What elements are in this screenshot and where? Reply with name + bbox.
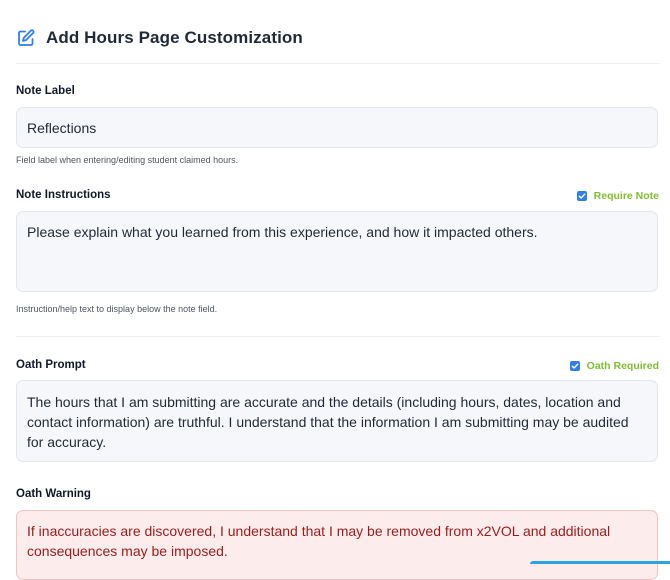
oath-warning-textarea[interactable]: If inaccuracies are discovered, I unders… (16, 510, 658, 580)
oath-required-checkbox[interactable]: Oath Required (569, 360, 659, 372)
require-note-label: Require Note (593, 190, 659, 202)
checkbox-checked-icon[interactable] (569, 361, 580, 371)
note-label-input[interactable]: Reflections (16, 107, 658, 148)
note-label-heading: Note Label (16, 85, 75, 97)
customization-panel: Add Hours Page Customization Note Label … (0, 0, 670, 580)
oath-warning-heading: Oath Warning (16, 488, 91, 500)
note-instructions-textarea[interactable]: Please explain what you learned from thi… (16, 211, 658, 292)
oath-prompt-value: The hours that I am submitting are accur… (27, 394, 629, 450)
oath-required-label: Oath Required (586, 360, 659, 372)
header-divider (16, 63, 660, 64)
section-divider (16, 336, 660, 337)
require-note-checkbox[interactable]: Require Note (576, 190, 659, 202)
checkbox-checked-icon[interactable] (576, 191, 587, 201)
panel-header: Add Hours Page Customization (16, 26, 303, 50)
page-title: Add Hours Page Customization (46, 28, 303, 47)
note-label-help: Field label when entering/editing studen… (16, 155, 239, 165)
oath-prompt-textarea[interactable]: The hours that I am submitting are accur… (16, 380, 658, 462)
edit-icon (16, 28, 36, 48)
note-instructions-value: Please explain what you learned from thi… (27, 224, 538, 240)
oath-warning-value: If inaccuracies are discovered, I unders… (27, 523, 611, 559)
note-instructions-help: Instruction/help text to display below t… (16, 304, 218, 314)
oath-prompt-heading: Oath Prompt (16, 359, 86, 371)
note-label-value: Reflections (27, 120, 97, 136)
note-instructions-heading: Note Instructions (16, 189, 111, 201)
